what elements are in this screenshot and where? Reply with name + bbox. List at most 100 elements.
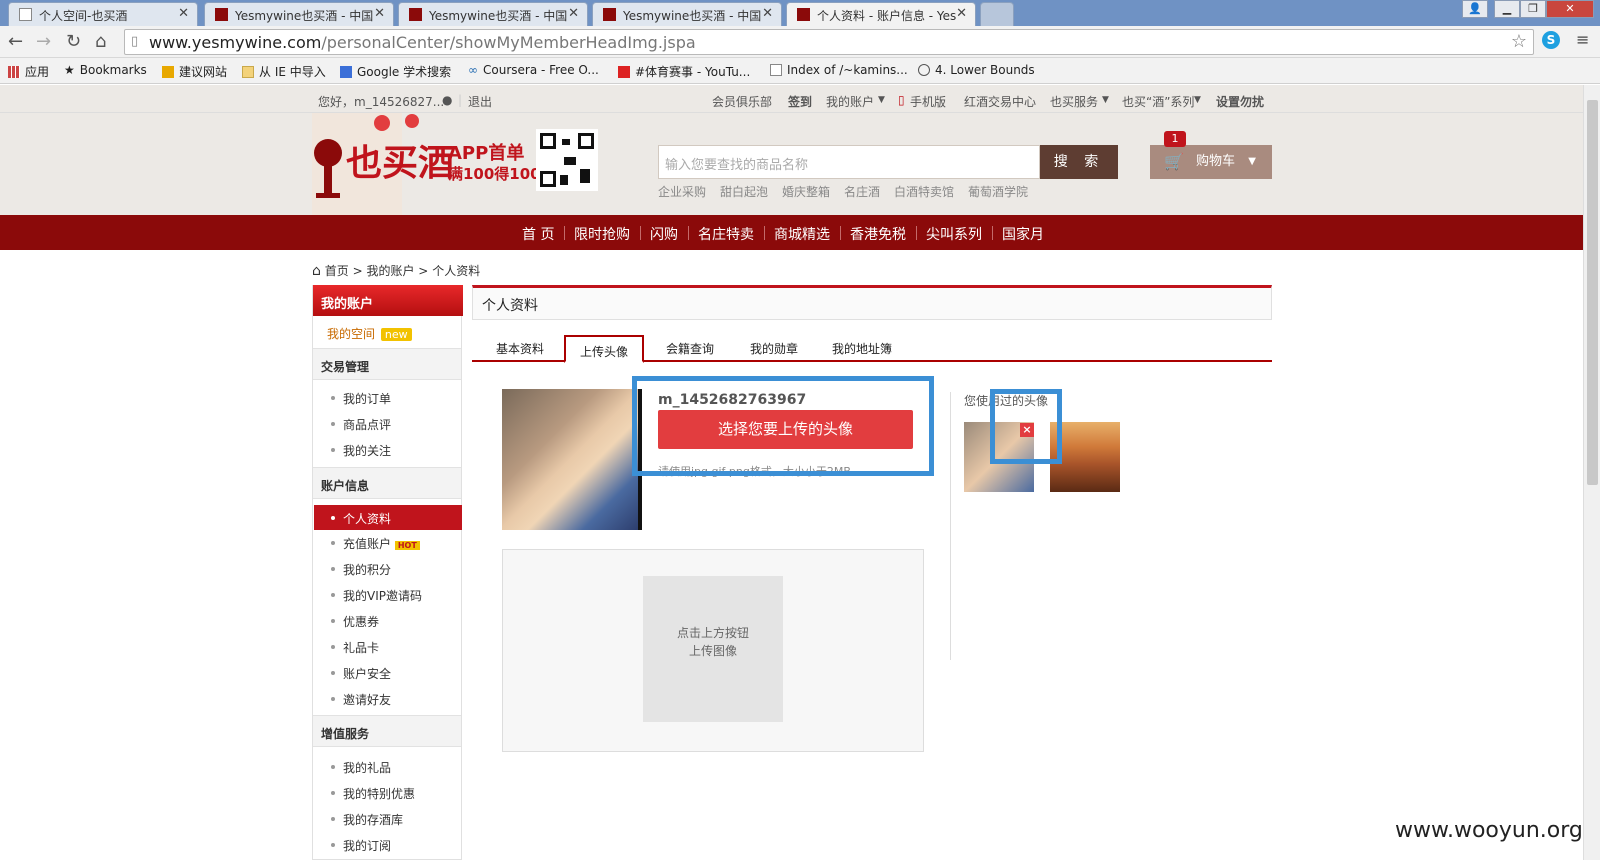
bookmark-item[interactable]: Index of /~kamins... <box>770 63 908 77</box>
nav-item[interactable]: 首 页 <box>522 224 554 244</box>
nav-item[interactable]: 名庄特卖 <box>698 224 754 244</box>
nav-item[interactable]: 香港免税 <box>850 224 906 244</box>
tab-address-book[interactable]: 我的地址簿 <box>832 340 892 357</box>
nav-item[interactable]: 闪购 <box>650 224 678 244</box>
avatar-placeholder[interactable]: 点击上方按钮 上传图像 <box>643 576 783 722</box>
hot-link[interactable]: 婚庆整箱 <box>782 183 830 200</box>
sidebar-item[interactable]: 我的礼品 <box>331 759 391 776</box>
browser-tab[interactable]: 个人空间-也买酒 ✕ <box>8 2 198 26</box>
sidebar-item[interactable]: 我的订阅 <box>331 837 391 854</box>
home-icon[interactable]: ⌂ <box>95 31 106 52</box>
breadcrumb-home[interactable]: 首页 <box>325 264 349 278</box>
scrollbar[interactable] <box>1583 85 1600 860</box>
bookmark-item[interactable]: Google 学术搜索 <box>340 63 451 80</box>
sidebar-item[interactable]: 我的VIP邀请码 <box>331 587 422 604</box>
hot-link[interactable]: 企业采购 <box>658 183 706 200</box>
sidebar-item[interactable]: 账户安全 <box>331 665 391 682</box>
hot-link[interactable]: 葡萄酒学院 <box>968 183 1028 200</box>
logout-link[interactable]: 退出 <box>468 93 492 110</box>
sidebar-item-label: 充值账户 <box>343 537 392 551</box>
sidebar-item[interactable]: 充值账户 HOT <box>331 535 420 552</box>
profile-tabs: 基本资料 上传头像 会籍查询 我的勋章 我的地址簿 <box>472 335 1272 363</box>
sidebar-item-myspace[interactable]: 我的空间 new <box>327 325 412 342</box>
topbar-link[interactable]: 会员俱乐部 <box>712 93 772 110</box>
sidebar-title[interactable]: 我的账户 <box>313 285 463 316</box>
sidebar-item[interactable]: 邀请好友 <box>331 691 391 708</box>
close-icon[interactable]: ✕ <box>762 6 773 21</box>
sidebar-group-title: 增值服务 <box>313 715 461 747</box>
nav-item[interactable]: 限时抢购 <box>574 224 630 244</box>
bookmark-item[interactable]: ★ Bookmarks <box>64 63 147 77</box>
tab-medals[interactable]: 我的勋章 <box>750 340 798 357</box>
close-window-icon[interactable]: ✕ <box>1546 0 1594 18</box>
back-icon[interactable]: ← <box>8 31 23 52</box>
topbar-link[interactable]: 也买服务 <box>1050 93 1098 110</box>
cart-button[interactable]: 🛒 购物车 ▼ <box>1150 145 1272 179</box>
topbar-link[interactable]: 设置勿扰 <box>1216 93 1264 110</box>
close-icon[interactable]: ✕ <box>956 6 967 21</box>
browser-tab[interactable]: Yesmywine也买酒 - 中国 ✕ <box>204 2 394 26</box>
browser-tab[interactable]: Yesmywine也买酒 - 中国 ✕ <box>592 2 782 26</box>
url-input[interactable]: ▯ www.yesmywine.com/personalCenter/showM… <box>124 29 1534 55</box>
close-icon[interactable]: ✕ <box>178 6 189 21</box>
minimize-icon[interactable]: ▁ <box>1494 0 1520 18</box>
breadcrumb-account[interactable]: 我的账户 <box>366 264 414 278</box>
chevron-down-icon: ▼ <box>878 95 885 105</box>
skype-icon[interactable]: S <box>1542 31 1560 49</box>
browser-tab-active[interactable]: 个人资料 - 账户信息 - Yes ✕ <box>786 2 976 26</box>
sidebar-item[interactable]: 优惠券 <box>331 613 379 630</box>
search-input[interactable]: 输入您要查找的商品名称 <box>658 145 1040 179</box>
hot-link[interactable]: 甜白起泡 <box>720 183 768 200</box>
sidebar-item[interactable]: 商品点评 <box>331 416 391 433</box>
bookmark-label: Bookmarks <box>79 63 147 77</box>
site-logo[interactable]: 也买酒 APP首单 满100得100 <box>312 113 602 215</box>
close-icon[interactable]: ✕ <box>568 6 579 21</box>
user-icon[interactable]: 👤 <box>1462 0 1488 18</box>
sidebar-item-active[interactable]: 个人资料 <box>314 505 462 530</box>
menu-icon[interactable]: ≡ <box>1576 30 1589 49</box>
bookmark-label: 建议网站 <box>179 65 228 79</box>
topbar-link[interactable]: 也买“酒”系列 <box>1122 93 1194 110</box>
sidebar-item[interactable]: 礼品卡 <box>331 639 379 656</box>
tab-upload-avatar[interactable]: 上传头像 <box>564 335 645 363</box>
sidebar-item[interactable]: 我的关注 <box>331 442 391 459</box>
tab-title: 个人资料 - 账户信息 - Yes <box>817 9 957 23</box>
topbar-link[interactable]: 签到 <box>788 93 812 110</box>
search-button[interactable]: 搜 索 <box>1040 145 1118 179</box>
browser-tab[interactable]: Yesmywine也买酒 - 中国 ✕ <box>398 2 588 26</box>
close-icon[interactable]: ✕ <box>374 6 385 21</box>
divider <box>564 226 565 240</box>
bookmark-label: #体育赛事 - YouTu... <box>635 65 751 79</box>
topbar-link[interactable]: 我的账户 <box>826 93 874 110</box>
chevron-down-icon: ▼ <box>1102 95 1109 105</box>
topbar-link[interactable]: 手机版 <box>910 93 946 110</box>
bookmark-item[interactable]: ∞ Coursera - Free O... <box>468 63 599 77</box>
reload-icon[interactable]: ↻ <box>66 31 81 52</box>
nav-item[interactable]: 商城精选 <box>774 224 830 244</box>
new-tab-button[interactable] <box>980 2 1014 26</box>
scrollbar-thumb[interactable] <box>1587 100 1598 485</box>
maximize-icon[interactable]: ❐ <box>1520 0 1546 18</box>
sidebar-item[interactable]: 我的订单 <box>331 390 391 407</box>
bookmark-star-icon[interactable]: ☆ <box>1511 31 1527 52</box>
bookmark-item[interactable]: #体育赛事 - YouTu... <box>618 63 750 80</box>
main-nav: 首 页 限时抢购 闪购 名庄特卖 商城精选 香港免税 尖叫系列 国家月 <box>0 215 1583 250</box>
sidebar-item[interactable]: 我的特别优惠 <box>331 785 415 802</box>
nav-item[interactable]: 国家月 <box>1002 224 1044 244</box>
bookmark-item[interactable]: 4. Lower Bounds <box>918 63 1035 77</box>
forward-icon[interactable]: → <box>36 31 51 52</box>
sidebar-item[interactable]: 我的存酒库 <box>331 811 403 828</box>
greeting: 您好，m_14526827... <box>318 95 445 109</box>
bookmark-item[interactable]: 应用 <box>8 63 49 80</box>
bookmark-item[interactable]: 从 IE 中导入 <box>242 63 326 80</box>
nav-item[interactable]: 尖叫系列 <box>926 224 982 244</box>
tab-basic-info[interactable]: 基本资料 <box>496 340 544 357</box>
bookmark-item[interactable]: 建议网站 <box>162 63 227 80</box>
topbar-link[interactable]: 红酒交易中心 <box>964 93 1036 110</box>
hot-link[interactable]: 白酒特卖馆 <box>894 183 954 200</box>
placeholder-text: 上传图像 <box>688 644 737 658</box>
tab-membership[interactable]: 会籍查询 <box>666 340 714 357</box>
sidebar-item[interactable]: 我的积分 <box>331 561 391 578</box>
hot-link[interactable]: 名庄酒 <box>844 183 880 200</box>
annotation-highlight <box>632 376 934 476</box>
